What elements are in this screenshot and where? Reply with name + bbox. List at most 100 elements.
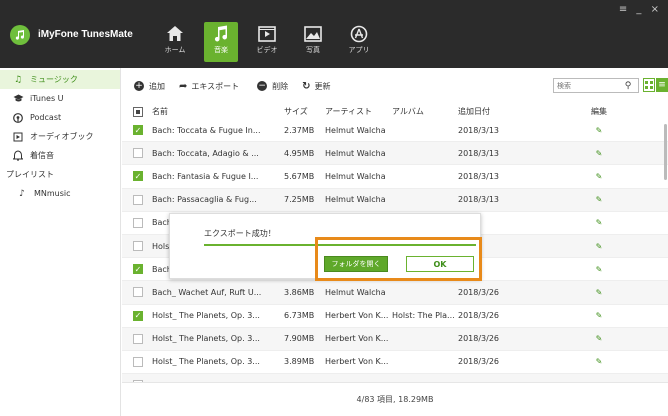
edit-pencil-icon[interactable]: ✎ xyxy=(587,126,611,135)
table-row[interactable]: ✓ Bach: Toccata & Fugue In... 2.37MB Helmut… xyxy=(122,119,668,143)
cell-size: 6.73MB xyxy=(284,311,315,321)
column-header-name[interactable]: 名前 xyxy=(152,106,280,117)
add-button[interactable]: + 追加 xyxy=(134,81,165,92)
sidebar-item-audiobook[interactable]: オーディオブック xyxy=(0,127,120,146)
sidebar-item-label: ミュージック xyxy=(30,75,78,84)
sidebar-item-music[interactable]: ♫ ミュージック xyxy=(0,70,120,89)
export-button[interactable]: ➦ エキスポート xyxy=(179,81,239,92)
music-icon xyxy=(214,25,228,42)
table-row[interactable]: Bach_ Wachet Auf, Ruft U... 3.86MB Helmut … xyxy=(122,281,668,305)
edit-pencil-icon[interactable]: ✎ xyxy=(587,218,611,227)
plus-icon: + xyxy=(134,81,144,91)
edit-pencil-icon[interactable]: ✎ xyxy=(587,195,611,204)
sidebar-item-label: 着信音 xyxy=(30,151,54,160)
cell-name: Bach_ Wachet Auf, Ruft U... xyxy=(152,287,262,297)
cell-size: 2.37MB xyxy=(284,125,315,135)
cell-artist: Helmut Walcha xyxy=(325,148,386,158)
vertical-scrollbar[interactable] xyxy=(664,124,667,180)
delete-button[interactable]: − 削除 xyxy=(257,81,288,92)
cell-size: 3.86MB xyxy=(284,287,315,297)
row-checkbox[interactable]: ✓ xyxy=(133,125,143,136)
row-checkbox[interactable]: ✓ xyxy=(133,264,143,275)
add-label: 追加 xyxy=(149,81,165,91)
table-row[interactable]: Bach: Passacaglia & Fug... 7.25MB Helmut W… xyxy=(122,188,668,212)
cell-size: 7.90MB xyxy=(284,334,315,344)
edit-pencil-icon[interactable]: ✎ xyxy=(587,288,611,297)
home-icon xyxy=(167,26,183,41)
table-row[interactable]: ✓ Bach: Fantasia & Fugue I... 5.67MB Helmut… xyxy=(122,165,668,189)
row-checkbox[interactable]: ✓ xyxy=(133,310,143,321)
refresh-button[interactable]: ↻ 更新 xyxy=(302,81,330,92)
list-icon: ≡ xyxy=(658,80,666,90)
table-row[interactable]: Holst_ The Planets, Op. 3... 7.90MB Herber… xyxy=(122,327,668,351)
table-row[interactable]: Bach: Toccata, Adagio & ... 4.95MB Helmut … xyxy=(122,142,668,166)
sidebar-item-mnmusic[interactable]: ♪ MNmusic xyxy=(0,184,120,203)
sidebar-section-label: プレイリスト xyxy=(6,170,54,179)
column-header-date[interactable]: 追加日付 xyxy=(458,106,528,117)
cell-name: Bach: Toccata, Adagio & ... xyxy=(152,148,259,158)
delete-label: 削除 xyxy=(272,81,289,91)
cell-name: Holst_ The Planets, Op. 3... xyxy=(152,311,260,321)
table-header: 名前 サイズ アーティスト アルバム 追加日付 編集 xyxy=(122,104,668,119)
edit-pencil-icon[interactable]: ✎ xyxy=(587,311,611,320)
row-checkbox[interactable] xyxy=(133,148,143,159)
column-header-edit: 編集 xyxy=(591,107,607,116)
grid-view-button[interactable] xyxy=(643,78,655,92)
edit-pencil-icon[interactable]: ✎ xyxy=(587,265,611,274)
cell-date: 2018/3/26 xyxy=(458,311,500,321)
sidebar-item-label: MNmusic xyxy=(34,189,71,198)
sidebar-item-podcast[interactable]: Podcast xyxy=(0,108,120,127)
edit-pencil-icon[interactable]: ✎ xyxy=(587,242,611,251)
table-row[interactable]: Holst_ The Planets, Op. 3... 3.89MB Herber… xyxy=(122,351,668,375)
ok-button[interactable]: OK xyxy=(406,256,474,272)
list-view-button[interactable]: ≡ xyxy=(656,78,668,92)
sidebar-item-itunes-u[interactable]: iTunes U xyxy=(0,89,120,108)
sidebar-item-label: オーディオブック xyxy=(30,132,94,141)
nav-music-button[interactable]: 音楽 xyxy=(204,22,238,62)
nav-app-button[interactable]: アプリ xyxy=(342,22,376,62)
edit-pencil-icon[interactable]: ✎ xyxy=(587,334,611,343)
edit-pencil-icon[interactable]: ✎ xyxy=(587,149,611,158)
sidebar-item-ringtone[interactable]: 着信音 xyxy=(0,146,120,165)
edit-pencil-icon[interactable]: ✎ xyxy=(587,172,611,181)
row-checkbox[interactable] xyxy=(133,333,143,344)
refresh-icon: ↻ xyxy=(302,80,311,92)
open-folder-button[interactable]: フォルダを開く xyxy=(324,256,388,272)
nav-home-button[interactable]: ホーム xyxy=(158,22,192,62)
cell-date: 2018/3/13 xyxy=(458,125,500,135)
window-controls[interactable]: ≡ _ × xyxy=(619,4,662,15)
cell-album: Holst: The Pla... xyxy=(392,311,455,321)
table-row[interactable]: Holst_ The Planets, Op. 3...6.05MBHerber… xyxy=(122,374,668,382)
nav-video-button[interactable]: ビデオ xyxy=(250,22,284,62)
select-all-checkbox[interactable] xyxy=(133,106,143,117)
search-input[interactable] xyxy=(554,79,620,92)
status-bar: 4/83 項目, 18.29MB xyxy=(122,382,668,416)
cell-date: 2018/3/26 xyxy=(458,287,500,297)
title-bar: iMyFone TunesMate ホーム 音楽 ビデオ 写真 アプリ ≡ _ … xyxy=(0,0,668,68)
minus-icon: − xyxy=(257,81,268,91)
search-icon[interactable]: ⚲ xyxy=(620,81,636,91)
column-header-artist[interactable]: アーティスト xyxy=(325,106,393,117)
row-checkbox[interactable] xyxy=(133,217,143,228)
music-note-icon: ♪ xyxy=(19,188,25,199)
graduation-cap-icon xyxy=(12,94,24,103)
cell-name: Bach: Fantasia & Fugue I... xyxy=(152,171,259,181)
sidebar: ♫ ミュージック iTunes U Podcast オーディオブック 着信音 プ… xyxy=(0,68,121,416)
cell-name: Bach: Toccata & Fugue In... xyxy=(152,125,261,135)
refresh-label: 更新 xyxy=(314,81,331,91)
row-checkbox[interactable] xyxy=(133,194,143,205)
column-header-album[interactable]: アルバム xyxy=(392,106,462,117)
row-checkbox[interactable]: ✓ xyxy=(133,171,143,182)
nav-photo-label: 写真 xyxy=(306,46,320,54)
row-checkbox[interactable] xyxy=(133,287,143,298)
column-header-size[interactable]: サイズ xyxy=(284,106,320,117)
row-checkbox[interactable] xyxy=(133,241,143,252)
nav-video-label: ビデオ xyxy=(256,46,278,54)
edit-pencil-icon[interactable]: ✎ xyxy=(587,357,611,366)
cell-artist: Helmut Walcha xyxy=(325,125,386,135)
row-checkbox[interactable] xyxy=(133,356,143,367)
nav-photo-button[interactable]: 写真 xyxy=(296,22,330,62)
cell-name: Holst_ The Planets, Op. 3... xyxy=(152,357,260,367)
table-row[interactable]: ✓ Holst_ The Planets, Op. 3... 6.73MB Herbe… xyxy=(122,305,668,328)
status-text: 4/83 項目, 18.29MB xyxy=(356,395,434,404)
